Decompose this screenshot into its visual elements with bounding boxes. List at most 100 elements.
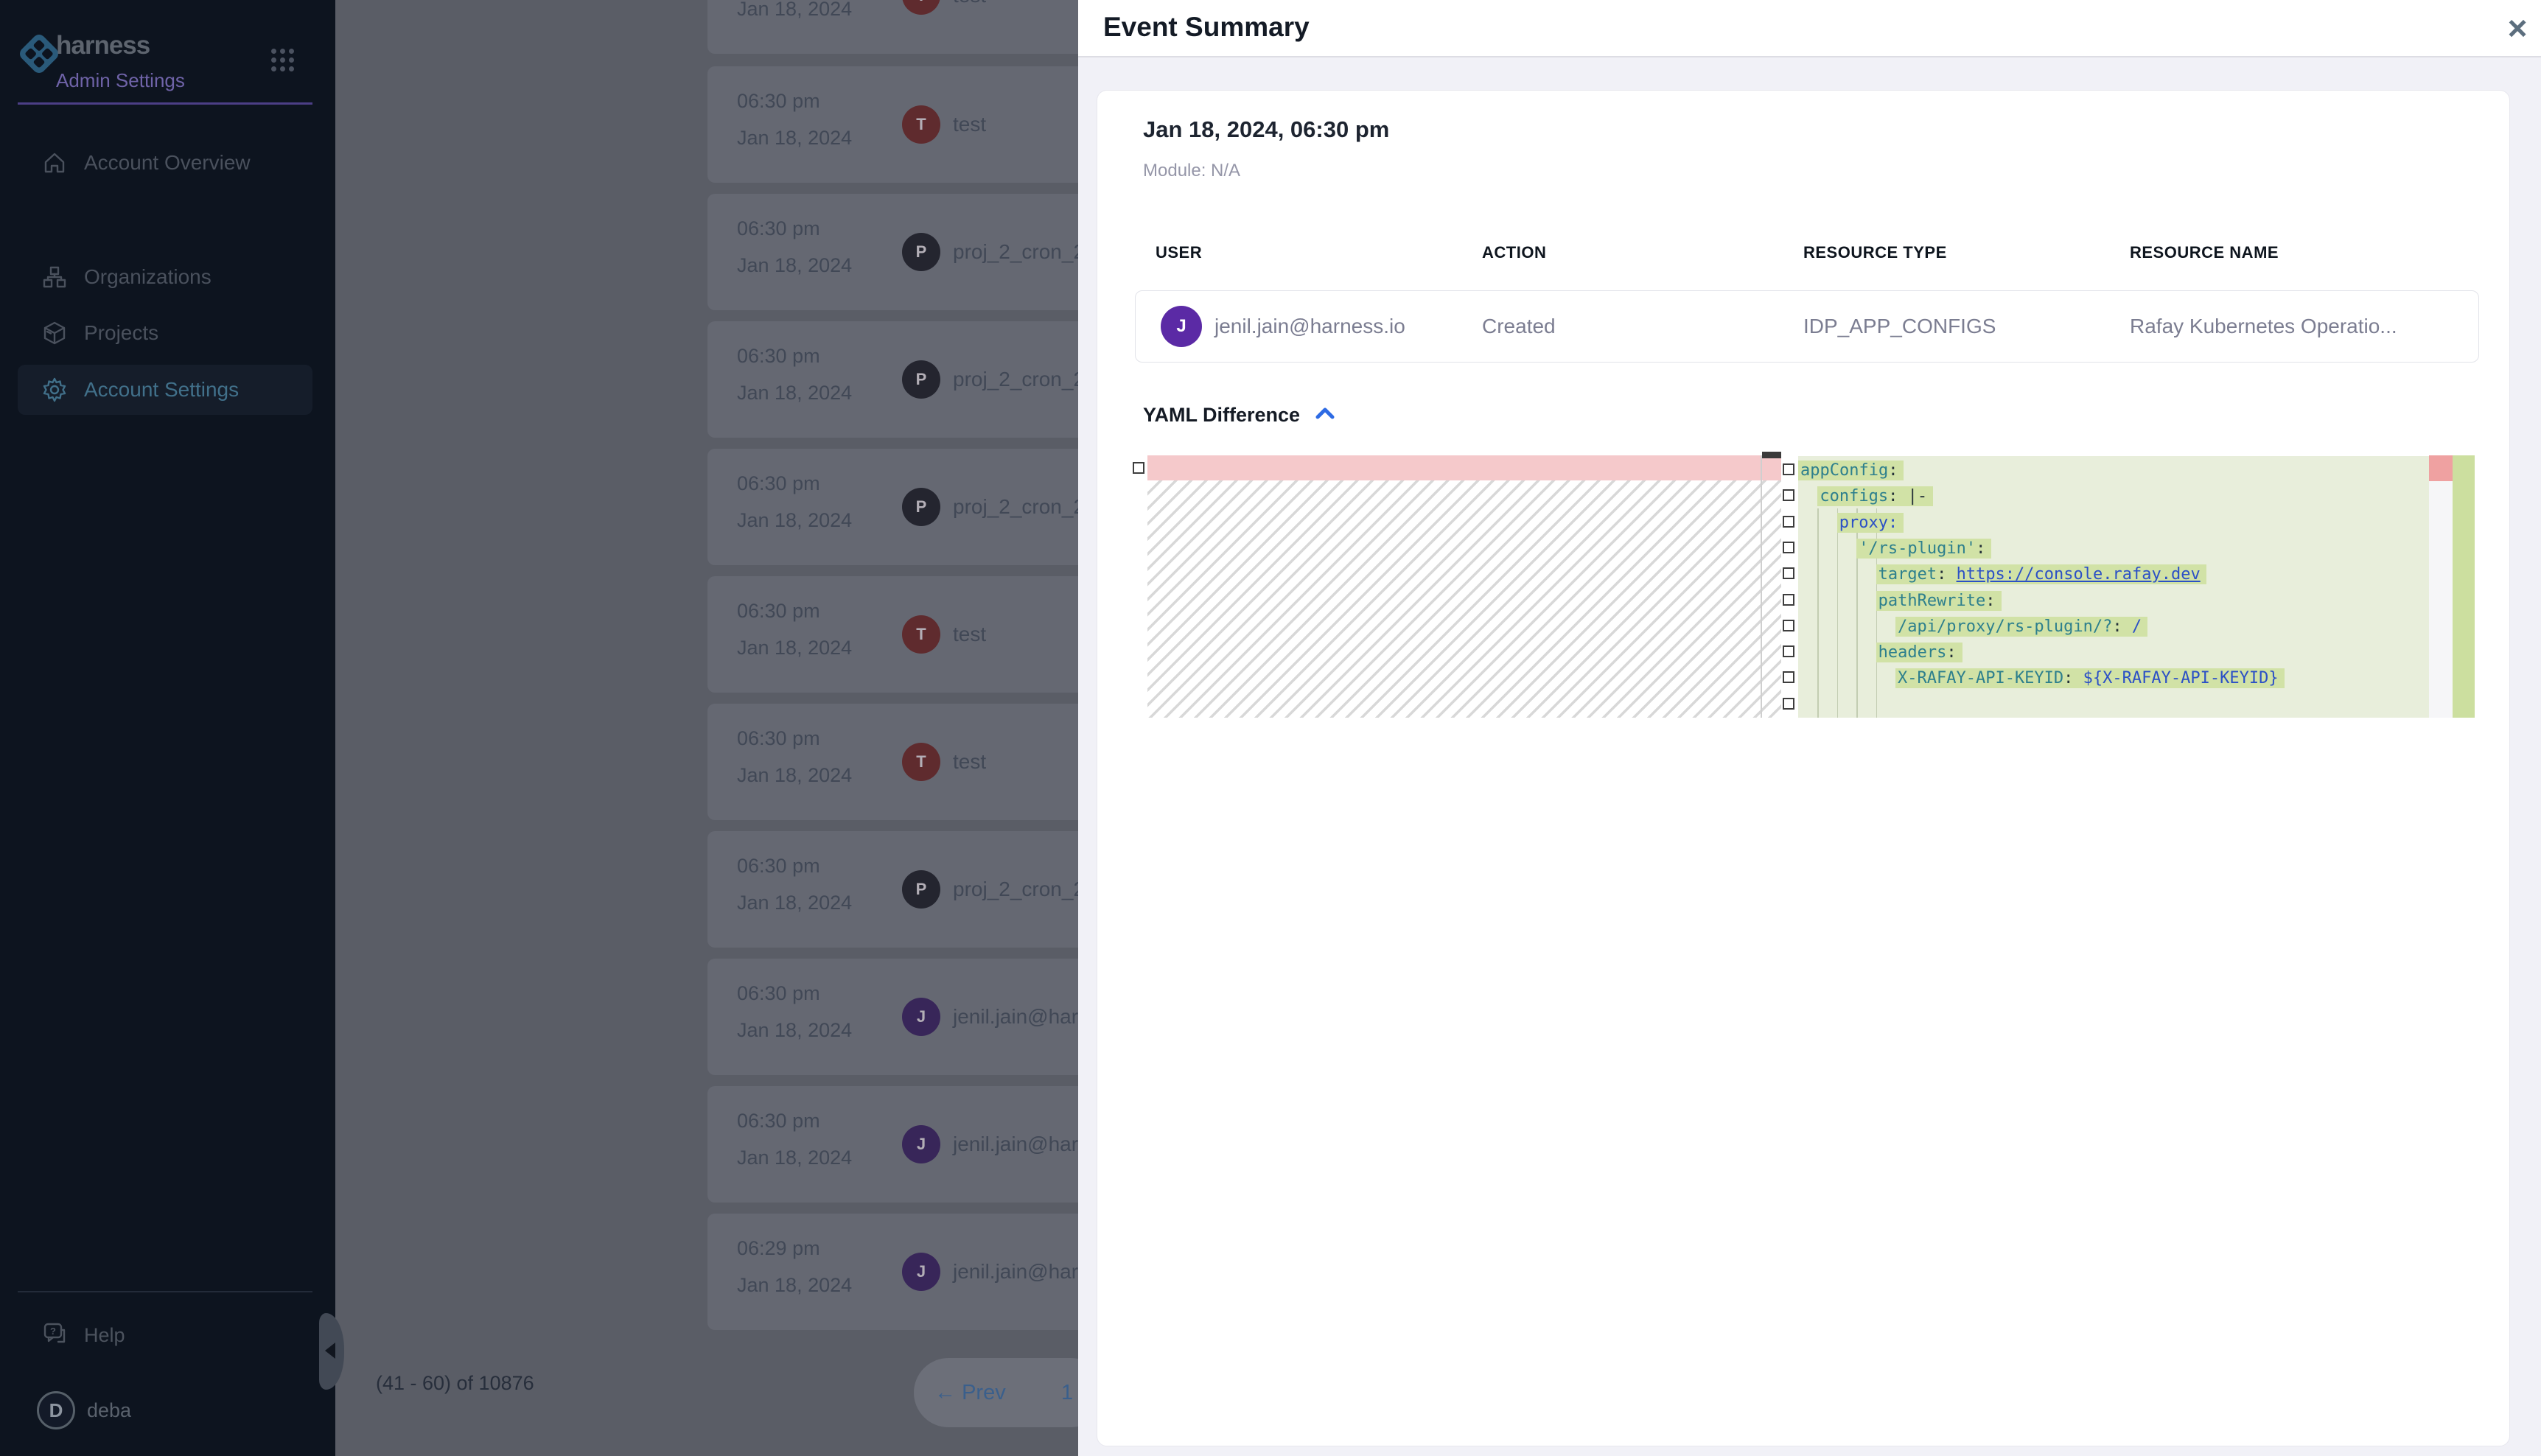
user-name: deba bbox=[87, 1385, 131, 1435]
row-avatar: T bbox=[902, 105, 940, 144]
sidebar-item-organizations[interactable]: Organizations bbox=[18, 252, 312, 302]
sidebar-item-projects[interactable]: Projects bbox=[18, 308, 312, 358]
harness-logo-icon bbox=[17, 32, 60, 75]
chevron-left-icon bbox=[325, 1343, 335, 1359]
cube-icon bbox=[41, 320, 68, 346]
brand-wordmark: harness bbox=[56, 31, 150, 60]
yaml-line: pathRewrite: bbox=[1876, 588, 2002, 614]
yaml-line: headers: bbox=[1876, 640, 1962, 665]
row-name: proj_2_cron_2 bbox=[953, 194, 1085, 310]
user-email: jenil.jain@harness.io bbox=[1214, 290, 1405, 363]
row-avatar: T bbox=[902, 0, 940, 15]
diff-pane-divider bbox=[1761, 455, 1762, 718]
row-timestamp: 06:30 pmJan 18, 2024 bbox=[737, 720, 852, 794]
row-name: proj_2_cron_2 bbox=[953, 321, 1085, 438]
row-name: proj_2_cron_2 bbox=[953, 831, 1085, 948]
chevron-up-icon bbox=[1314, 405, 1336, 425]
prev-label: Prev bbox=[962, 1381, 1006, 1404]
diff-overview-added-marker bbox=[2453, 455, 2475, 718]
row-name: proj_2_cron_2 bbox=[953, 449, 1085, 565]
resource-type-value: IDP_APP_CONFIGS bbox=[1803, 290, 1996, 363]
row-timestamp: 06:29 pmJan 18, 2024 bbox=[737, 1230, 852, 1303]
screen: Jan 18, 2024TtestEnd06:30 pmJan 18, 2024… bbox=[0, 0, 2541, 1456]
audit-log-list: Jan 18, 2024TtestEnd06:30 pmJan 18, 2024… bbox=[335, 0, 1078, 1456]
yaml-line: appConfig: bbox=[1798, 458, 1904, 483]
yaml-line: configs: |- bbox=[1817, 483, 1933, 509]
row-name: test bbox=[953, 0, 986, 54]
row-name: test bbox=[953, 704, 986, 820]
sidebar-item-label: Account Settings bbox=[84, 365, 239, 415]
avatar: D bbox=[37, 1391, 75, 1429]
row-avatar: J bbox=[902, 1125, 940, 1163]
row-timestamp: 06:30 pmJan 18, 2024 bbox=[737, 465, 852, 539]
avatar: J bbox=[1161, 306, 1202, 347]
diff-line-marker bbox=[1783, 671, 1794, 683]
yaml-line: /api/proxy/rs-plugin/?: / bbox=[1895, 614, 2147, 640]
yaml-line: target: https://console.rafay.dev bbox=[1876, 561, 2206, 587]
column-header-action: ACTION bbox=[1482, 243, 1546, 262]
row-avatar: P bbox=[902, 233, 940, 271]
diff-overview-ruler[interactable] bbox=[2429, 455, 2453, 718]
row-timestamp: 06:30 pmJan 18, 2024 bbox=[737, 975, 852, 1049]
gear-icon bbox=[41, 377, 68, 403]
row-timestamp: 06:30 pmJan 18, 2024 bbox=[737, 210, 852, 284]
sidebar-item-label: Projects bbox=[84, 308, 158, 358]
sidebar-item-account-overview[interactable]: Account Overview bbox=[18, 138, 312, 188]
indent-guide bbox=[1837, 508, 1839, 718]
row-timestamp: 06:30 pmJan 18, 2024 bbox=[737, 1102, 852, 1176]
prev-button[interactable]: ← Prev bbox=[934, 1358, 1006, 1427]
column-header-resource-name: RESOURCE NAME bbox=[2130, 243, 2279, 262]
diff-line-marker bbox=[1783, 567, 1794, 579]
pagination-range: (41 - 60) of 10876 bbox=[376, 1372, 534, 1395]
diff-line-marker bbox=[1783, 516, 1794, 528]
diff-line-marker bbox=[1133, 462, 1144, 474]
sidebar-item-label: Organizations bbox=[84, 252, 212, 302]
help-button[interactable]: ? Help bbox=[18, 1310, 312, 1360]
row-timestamp: 06:30 pmJan 18, 2024 bbox=[737, 83, 852, 156]
close-icon: × bbox=[2508, 9, 2528, 47]
diff-scrollbar-thumb[interactable] bbox=[1762, 452, 1781, 458]
row-timestamp: 06:30 pmJan 18, 2024 bbox=[737, 592, 852, 666]
diff-line-marker bbox=[1783, 594, 1794, 606]
column-header-user: USER bbox=[1156, 243, 1202, 262]
row-avatar: P bbox=[902, 870, 940, 909]
row-timestamp: 06:30 pmJan 18, 2024 bbox=[737, 337, 852, 411]
page-title: Event Summary bbox=[1103, 12, 1310, 43]
row-avatar: T bbox=[902, 615, 940, 654]
diff-overview-removed-marker bbox=[2429, 455, 2453, 481]
sidebar-divider bbox=[18, 102, 312, 105]
diff-line-marker bbox=[1783, 489, 1794, 501]
diff-empty-hatch bbox=[1147, 480, 1781, 718]
page-button-1[interactable]: 1 bbox=[1061, 1358, 1073, 1427]
user-menu[interactable]: D deba bbox=[18, 1385, 312, 1438]
row-timestamp: 06:30 pmJan 18, 2024 bbox=[737, 847, 852, 921]
yaml-difference-label: YAML Difference bbox=[1143, 404, 1300, 427]
row-avatar: T bbox=[902, 743, 940, 781]
sidebar-subtitle: Admin Settings bbox=[56, 69, 185, 92]
sidebar-item-account-settings[interactable]: Account Settings bbox=[18, 365, 312, 415]
close-button[interactable]: × bbox=[2497, 7, 2538, 49]
sidebar-item-label: Account Overview bbox=[84, 138, 251, 188]
indent-guide bbox=[1817, 508, 1819, 718]
yaml-line: '/rs-plugin': bbox=[1856, 536, 1991, 561]
svg-text:?: ? bbox=[50, 1326, 56, 1337]
home-icon bbox=[41, 150, 68, 176]
yaml-difference-toggle[interactable]: YAML Difference bbox=[1143, 404, 1336, 430]
app-grid-icon[interactable] bbox=[271, 49, 294, 71]
sidebar: harness Admin Settings Account Overview … bbox=[0, 0, 335, 1456]
yaml-line: X-RAFAY-API-KEYID: ${X-RAFAY-API-KEYID} bbox=[1895, 665, 2285, 691]
yaml-line: proxy: bbox=[1837, 510, 1904, 536]
help-label: Help bbox=[84, 1310, 125, 1360]
row-name: test bbox=[953, 66, 986, 183]
chat-help-icon: ? bbox=[41, 1320, 68, 1347]
row-avatar: J bbox=[902, 1253, 940, 1291]
event-datetime: Jan 18, 2024, 06:30 pm bbox=[1143, 116, 1389, 143]
diff-line-marker bbox=[1783, 698, 1794, 710]
row-avatar: P bbox=[902, 488, 940, 526]
row-name: test bbox=[953, 576, 986, 693]
resource-name-value: Rafay Kubernetes Operatio... bbox=[2130, 290, 2397, 363]
diff-line-marker bbox=[1783, 645, 1794, 657]
pagination-controls: ← Prev 1 bbox=[914, 1358, 1105, 1427]
row-avatar: P bbox=[902, 360, 940, 399]
diff-line-marker bbox=[1783, 620, 1794, 631]
